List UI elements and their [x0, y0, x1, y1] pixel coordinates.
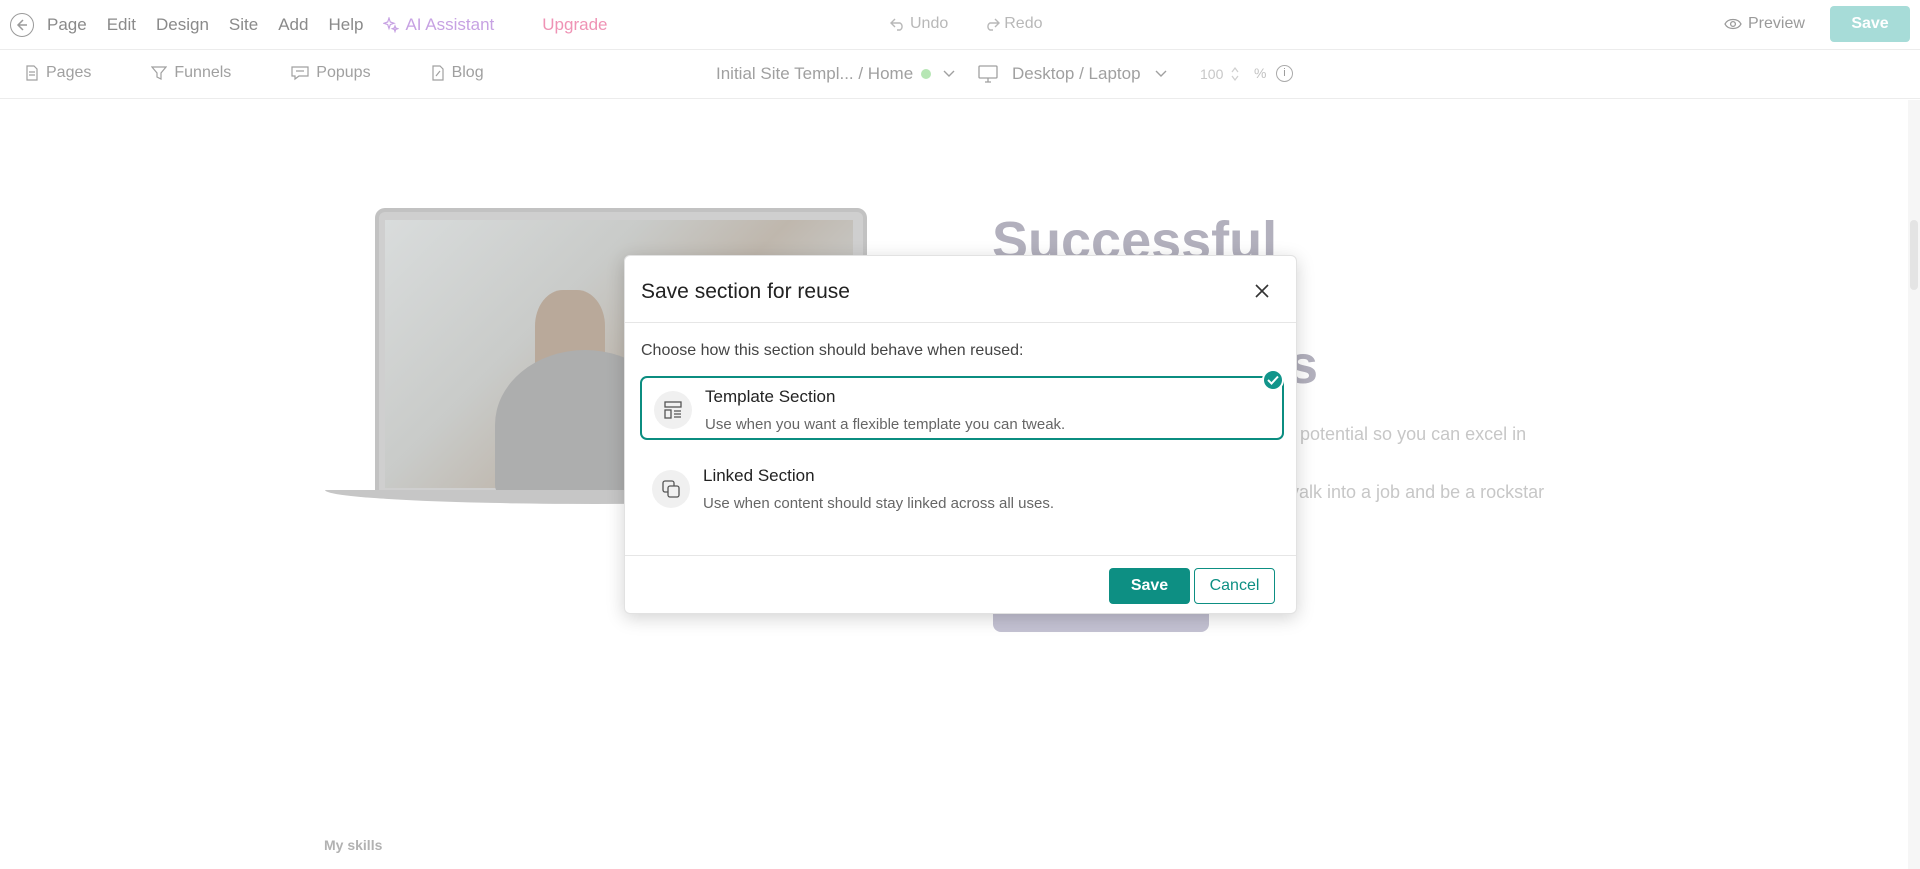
stepper-icon[interactable]: [1231, 66, 1239, 82]
eye-icon: [1724, 18, 1742, 30]
menu-edit[interactable]: Edit: [107, 15, 136, 35]
blog-button[interactable]: Blog: [431, 64, 514, 82]
hero-text: potential so you can excel in: [1300, 424, 1527, 444]
undo-redo-group: Undo Redo: [890, 15, 1079, 33]
info-icon[interactable]: i: [1276, 65, 1293, 82]
undo-button[interactable]: Undo: [890, 15, 966, 33]
undo-label: Undo: [910, 15, 949, 32]
scrollbar[interactable]: [1908, 100, 1920, 869]
top-menu-bar: Page Edit Design Site Add Help AI Assist…: [0, 0, 1920, 50]
zoom-value: 100: [1200, 66, 1224, 82]
page-icon: [26, 65, 38, 81]
scrollbar-thumb[interactable]: [1910, 220, 1918, 290]
chevron-down-icon: [943, 70, 955, 77]
divider: [625, 555, 1296, 556]
ai-assistant-label: AI Assistant: [405, 15, 495, 34]
option-description: Use when content should stay linked acro…: [703, 495, 1055, 512]
redo-icon: [987, 18, 1001, 31]
pages-label: Pages: [46, 64, 92, 81]
option-description: Use when you want a flexible template yo…: [705, 416, 1066, 433]
redo-label: Redo: [1004, 15, 1043, 32]
zoom-input[interactable]: 100: [1192, 62, 1242, 86]
checkmark-icon: [1262, 369, 1284, 391]
option-template-section[interactable]: Template Section Use when you want a fle…: [640, 376, 1284, 440]
popups-button[interactable]: Popups: [291, 64, 400, 82]
divider: [625, 322, 1296, 323]
preview-button[interactable]: Preview: [1724, 15, 1805, 33]
funnels-label: Funnels: [174, 64, 232, 81]
main-menu: Page Edit Design Site Add Help AI Assist…: [47, 15, 627, 35]
menu-design[interactable]: Design: [156, 15, 209, 35]
device-label: Desktop / Laptop: [1012, 64, 1141, 83]
template-icon: [654, 391, 692, 429]
blog-label: Blog: [451, 64, 484, 81]
skills-label: My skills: [324, 837, 383, 853]
menu-page[interactable]: Page: [47, 15, 87, 35]
menu-site[interactable]: Site: [229, 15, 258, 35]
sparkle-icon: [383, 17, 400, 33]
preview-label: Preview: [1748, 15, 1805, 32]
pages-button[interactable]: Pages: [25, 64, 121, 82]
page-toolbar: Pages Funnels Popups Blog Initial Site T…: [0, 50, 1920, 99]
hero-text: valk into a job and be a rockstar: [1290, 482, 1545, 502]
zoom-unit: %: [1254, 65, 1267, 81]
close-icon[interactable]: [1251, 280, 1273, 302]
back-icon[interactable]: [10, 13, 34, 37]
site-nav: Pages Funnels Popups Blog: [25, 64, 544, 82]
page-selector[interactable]: Initial Site Templ... / Home: [716, 64, 955, 84]
breadcrumb: Initial Site Templ... / Home: [716, 64, 914, 83]
popups-label: Popups: [316, 64, 371, 81]
option-title: Template Section: [705, 387, 836, 406]
option-linked-section[interactable]: Linked Section Use when content should s…: [640, 457, 1284, 521]
save-button[interactable]: Save: [1109, 568, 1190, 604]
popup-icon: [291, 66, 309, 81]
dialog-prompt: Choose how this section should behave wh…: [641, 342, 1024, 359]
monitor-icon: [978, 65, 998, 83]
upgrade-link[interactable]: Upgrade: [542, 15, 607, 35]
undo-icon: [890, 18, 903, 31]
cancel-button[interactable]: Cancel: [1194, 568, 1275, 604]
save-section-dialog: Save section for reuse Choose how this s…: [624, 255, 1297, 614]
blog-icon: [431, 65, 444, 81]
ai-assistant-button[interactable]: AI Assistant: [383, 15, 514, 35]
redo-button[interactable]: Redo: [984, 15, 1060, 33]
funnel-icon: [151, 66, 168, 80]
option-title: Linked Section: [703, 466, 815, 485]
chevron-down-icon: [1155, 70, 1167, 77]
device-selector[interactable]: Desktop / Laptop: [978, 64, 1181, 84]
linked-copy-icon: [652, 470, 690, 508]
save-page-button[interactable]: Save: [1830, 6, 1910, 42]
dialog-title: Save section for reuse: [641, 280, 850, 303]
funnels-button[interactable]: Funnels: [151, 64, 261, 82]
status-dot: [921, 69, 932, 79]
menu-add[interactable]: Add: [278, 15, 308, 35]
menu-help[interactable]: Help: [328, 15, 363, 35]
